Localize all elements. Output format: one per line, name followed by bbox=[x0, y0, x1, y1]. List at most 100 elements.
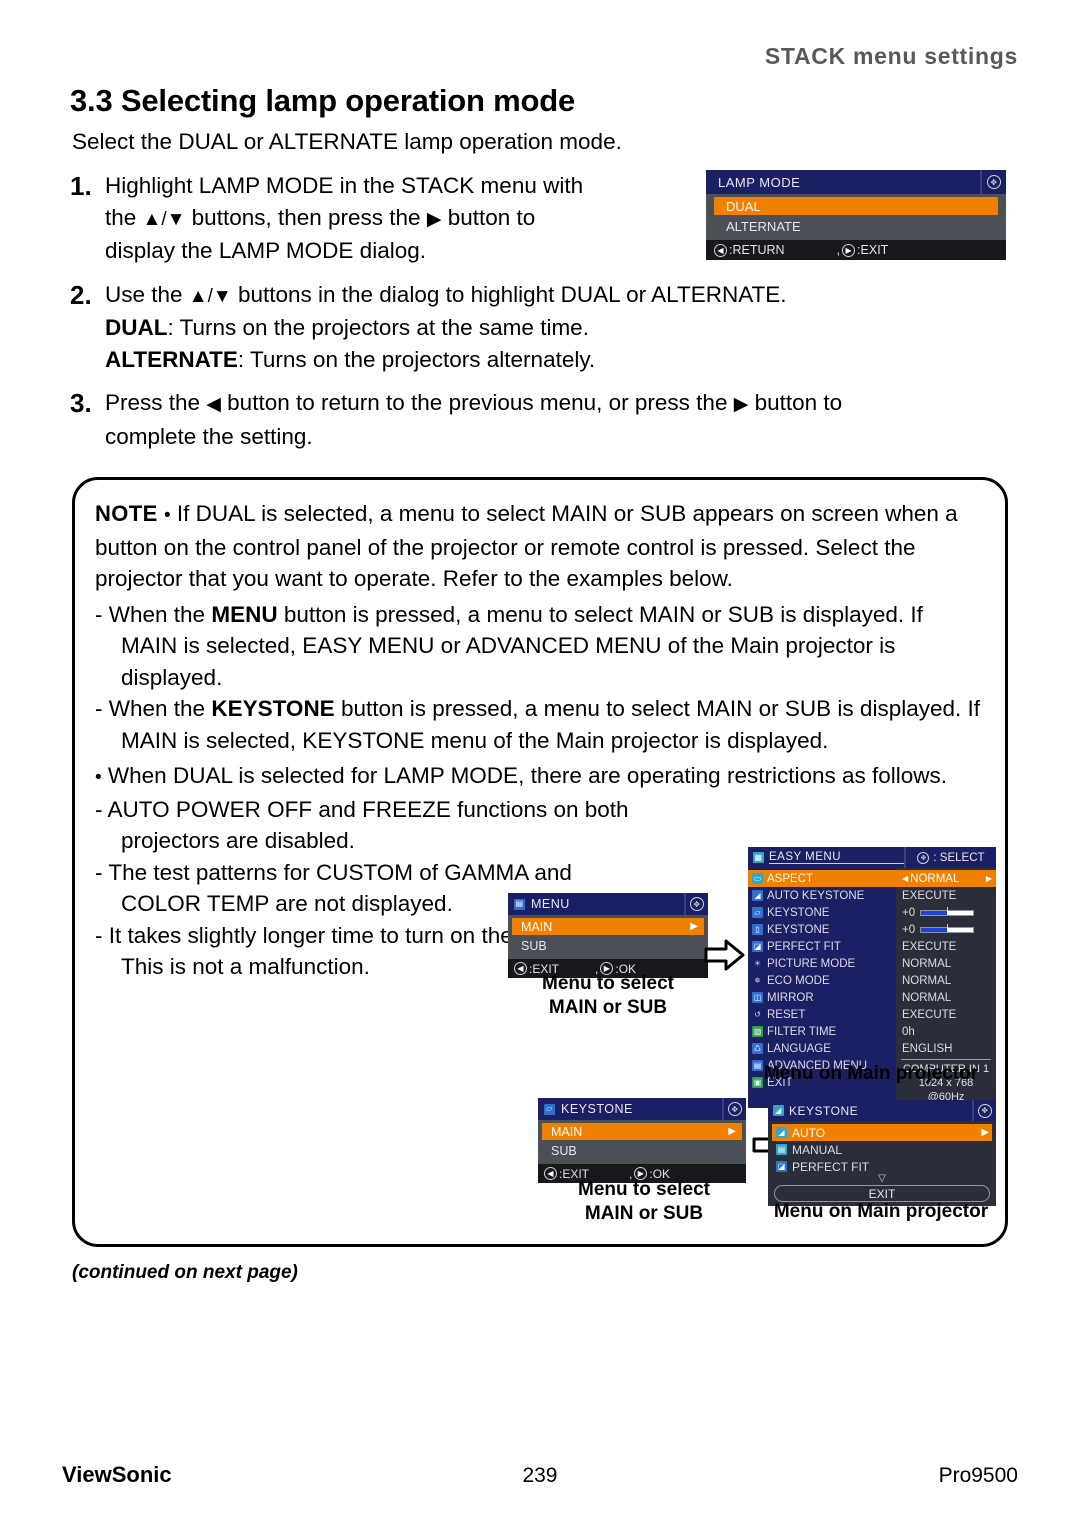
flow-arrow-menu-to-easy-menu bbox=[704, 938, 746, 977]
easy-menu-value-filter-time[interactable]: 0h bbox=[896, 1023, 996, 1040]
picture-mode-icon: ☀ bbox=[753, 958, 762, 968]
easy-menu-value-reset[interactable]: EXECUTE bbox=[896, 1006, 996, 1023]
menu-select-option-main-label: MAIN bbox=[521, 919, 553, 934]
easy-menu-value-language[interactable]: ENGLISH bbox=[896, 1040, 996, 1057]
easy-menu-value-mirror[interactable]: NORMAL bbox=[896, 989, 996, 1006]
step-1-line-2b: buttons, then press the bbox=[185, 204, 427, 230]
caption-keystone-select: Menu to select MAIN or SUB bbox=[530, 1178, 758, 1226]
keystone-main-items: ◢ AUTO ▶ ▤ MANUAL ◪ PERFECT FIT ▽ EXIT bbox=[768, 1121, 996, 1206]
caption-menu-select-line-1: Menu to select bbox=[542, 973, 674, 994]
keystone-h-slider[interactable] bbox=[920, 923, 975, 933]
scroll-down-caret-icon: ▽ bbox=[878, 1173, 886, 1184]
keystone-select-dialog[interactable]: ▱ KEYSTONE ✥ MAIN ▶ SUB ◀ :EXIT , ▶ :OK bbox=[538, 1098, 746, 1183]
easy-menu-item-keystone-h[interactable]: ▯ KEYSTONE bbox=[748, 921, 896, 938]
easy-menu-item-aspect[interactable]: ▭ ASPECT bbox=[748, 870, 896, 887]
easy-menu-item-language[interactable]: ♺ LANGUAGE bbox=[748, 1040, 896, 1057]
keystone-main-item-manual-label: MANUAL bbox=[792, 1142, 843, 1157]
footer-brand: ViewSonic bbox=[62, 1462, 172, 1487]
note-restriction-1: - AUTO POWER OFF and FREEZE functions on… bbox=[95, 794, 640, 857]
footer-page-number: 239 bbox=[522, 1464, 558, 1487]
cursor-pad-icon[interactable]: ✥ bbox=[684, 893, 708, 915]
step-1-line-2c: button to bbox=[441, 204, 536, 230]
step-1-line-2a: the bbox=[105, 204, 143, 230]
caption-keystone-select-line-1: Menu to select bbox=[578, 1179, 710, 1200]
keystone-main-panel[interactable]: ◢ KEYSTONE ✥ ◢ AUTO ▶ ▤ MANUAL ◪ PERFECT… bbox=[768, 1100, 996, 1206]
lamp-mode-exit-label: :EXIT bbox=[857, 243, 889, 257]
keystone-select-title-bar: ▱ KEYSTONE ✥ bbox=[538, 1098, 746, 1120]
easy-menu-value-picture-mode[interactable]: NORMAL bbox=[896, 955, 996, 972]
easy-menu-item-reset[interactable]: ↺ RESET bbox=[748, 1006, 896, 1023]
step-1-line-1: Highlight LAMP MODE in the STACK menu wi… bbox=[105, 173, 584, 198]
menu-select-option-sub-label: SUB bbox=[521, 938, 547, 953]
right-arrow-icon: ▶ bbox=[985, 874, 992, 883]
caption-easy-menu: Menu on Main projector bbox=[763, 1063, 979, 1084]
caption-keystone-select-line-2: MAIN or SUB bbox=[584, 1203, 704, 1224]
reset-icon: ↺ bbox=[754, 1009, 761, 1019]
keystone-icon: ▱ bbox=[544, 1103, 555, 1115]
keystone-select-option-sub-label: SUB bbox=[551, 1143, 577, 1158]
lamp-mode-return-label: :RETURN bbox=[729, 243, 785, 257]
lamp-mode-option-alternate-label: ALTERNATE bbox=[726, 218, 801, 234]
easy-menu-select-button[interactable]: ✥ : SELECT bbox=[904, 847, 996, 868]
step-2-dual-desc: : Turns on the projectors at the same ti… bbox=[167, 315, 589, 340]
right-arrow-icon: ▶ bbox=[728, 1126, 736, 1137]
step-3-line-1a: Press the bbox=[105, 390, 207, 415]
right-arrow-icon: ▶ bbox=[690, 921, 698, 932]
keystone-select-option-sub[interactable]: SUB bbox=[542, 1142, 742, 1159]
lamp-mode-dialog[interactable]: LAMP MODE ✥ DUAL ALTERNATE ◀ :RETURN , ▶… bbox=[706, 170, 1006, 260]
cursor-pad-icon[interactable]: ✥ bbox=[980, 170, 1006, 194]
menu-select-dialog[interactable]: ▤ MENU ✥ MAIN ▶ SUB ◀ :EXIT , ▶ :OK bbox=[508, 893, 708, 978]
lamp-mode-footer: ◀ :RETURN , ▶ :EXIT bbox=[706, 240, 1006, 260]
step-2-alternate-desc: : Turns on the projectors alternately. bbox=[237, 346, 596, 372]
keystone-main-item-auto-label: AUTO bbox=[792, 1125, 826, 1140]
keystone-main-item-manual[interactable]: ▤ MANUAL bbox=[772, 1141, 992, 1158]
mirror-icon: ◫ bbox=[752, 992, 763, 1003]
manual-page: STACK menu settings 3.3 Selecting lamp o… bbox=[0, 0, 1080, 1532]
keystone-select-option-main[interactable]: MAIN ▶ bbox=[542, 1123, 742, 1140]
easy-menu-value-aspect[interactable]: ◀ NORMAL ▶ bbox=[896, 870, 996, 887]
step-3-line-2: complete the setting. bbox=[105, 423, 313, 449]
continued-note: (continued on next page) bbox=[72, 1262, 298, 1283]
note-restriction-2-dash: - bbox=[95, 859, 103, 885]
note-paragraph-2: • When DUAL is selected for LAMP MODE, t… bbox=[95, 760, 983, 794]
easy-menu-item-perfect-fit[interactable]: ◪ PERFECT FIT bbox=[748, 938, 896, 955]
step-3-line-1c: button to bbox=[748, 390, 843, 415]
note-paragraph-1: NOTE • If DUAL is selected, a menu to se… bbox=[95, 498, 983, 595]
note-item-menu-dash: - bbox=[95, 601, 103, 627]
step-2-line-1b: buttons in the dialog to highlight DUAL … bbox=[231, 281, 787, 307]
easy-menu-value-perfect-fit[interactable]: EXECUTE bbox=[896, 938, 996, 955]
keystone-v-slider[interactable] bbox=[920, 906, 975, 916]
menu-select-title-bar: ▤ MENU ✥ bbox=[508, 893, 708, 915]
right-arrow-icon: ▶ bbox=[733, 394, 749, 415]
menu-select-option-main[interactable]: MAIN ▶ bbox=[512, 918, 704, 935]
easy-menu-value-keystone-h[interactable]: +0 bbox=[896, 921, 996, 938]
step-3: 3. Press the ◀ button to return to the p… bbox=[70, 387, 1015, 452]
easy-menu-item-auto-keystone[interactable]: ◢ AUTO KEYSTONE bbox=[748, 887, 896, 904]
note-item-menu-pre: When the bbox=[108, 601, 212, 627]
note-item-menu-keyword: MENU bbox=[211, 601, 278, 627]
lamp-mode-option-dual[interactable]: DUAL bbox=[714, 197, 998, 215]
keystone-icon: ◢ bbox=[773, 1105, 784, 1116]
lamp-mode-option-alternate[interactable]: ALTERNATE bbox=[714, 217, 998, 235]
running-header: STACK menu settings bbox=[764, 43, 1018, 69]
easy-menu-value-auto-keystone[interactable]: EXECUTE bbox=[896, 887, 996, 904]
menu-select-title: MENU bbox=[531, 897, 570, 911]
keystone-select-title: KEYSTONE bbox=[561, 1102, 633, 1116]
easy-menu-item-eco-mode[interactable]: ✵ ECO MODE bbox=[748, 972, 896, 989]
easy-menu-value-eco-mode[interactable]: NORMAL bbox=[896, 972, 996, 989]
easy-menu-value-keystone-v[interactable]: +0 bbox=[896, 904, 996, 921]
step-2-text: Use the ▲/▼ buttons in the dialog to hig… bbox=[105, 279, 787, 376]
note-item-keystone: - When the KEYSTONE button is pressed, a… bbox=[95, 693, 983, 756]
keystone-main-item-auto[interactable]: ◢ AUTO ▶ bbox=[772, 1124, 992, 1141]
perfect-fit-icon: ◪ bbox=[752, 941, 763, 952]
easy-menu-item-keystone-v[interactable]: ▱ KEYSTONE bbox=[748, 904, 896, 921]
auto-keystone-icon: ◢ bbox=[752, 890, 763, 901]
step-1-number: 1. bbox=[70, 171, 92, 201]
cursor-pad-icon[interactable]: ✥ bbox=[972, 1100, 996, 1121]
easy-menu-item-picture-mode[interactable]: ☀ PICTURE MODE bbox=[748, 955, 896, 972]
easy-menu-item-filter-time[interactable]: ▧ FILTER TIME bbox=[748, 1023, 896, 1040]
easy-menu-value-keystone-v-text: +0 bbox=[902, 906, 916, 919]
cursor-pad-icon[interactable]: ✥ bbox=[722, 1098, 746, 1120]
menu-select-option-sub[interactable]: SUB bbox=[512, 937, 704, 954]
easy-menu-item-mirror[interactable]: ◫ MIRROR bbox=[748, 989, 896, 1006]
